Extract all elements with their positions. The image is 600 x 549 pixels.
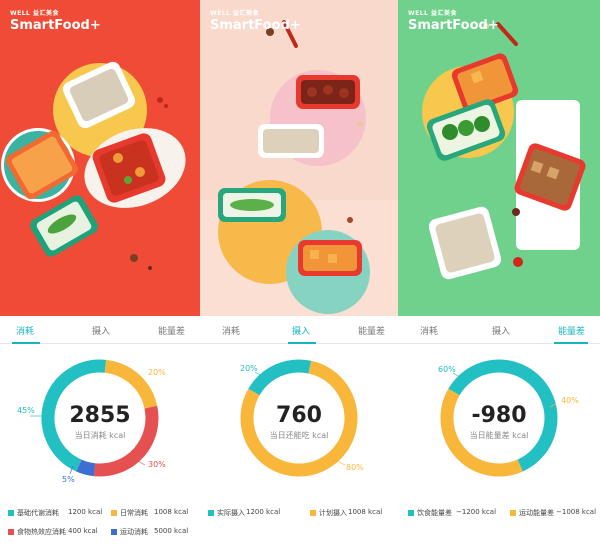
food-photo-peach: WELL 益汇美食 SmartFood+ bbox=[200, 0, 398, 316]
legend-swatch bbox=[408, 510, 414, 516]
legend-item: 饮食能量差 bbox=[408, 508, 452, 518]
screen-energy-gap: WELL 益汇美食 SmartFood+ 消耗 摄入 能量差 -980 当日能量… bbox=[398, 0, 600, 549]
brand-logo: WELL 益汇美食 SmartFood+ bbox=[210, 8, 301, 33]
brand-tagline: WELL 益汇美食 bbox=[10, 10, 59, 17]
percent-label: 40% bbox=[561, 396, 579, 405]
brand-tagline: WELL 益汇美食 bbox=[210, 10, 259, 17]
percent-label: 30% bbox=[148, 460, 166, 469]
legend-item: 运动消耗 bbox=[111, 527, 148, 537]
percent-label: 5% bbox=[62, 475, 75, 484]
brand-logo: WELL 益汇美食 SmartFood+ bbox=[408, 8, 499, 33]
donut-segment bbox=[104, 359, 158, 409]
legend-label: 运动能量差 bbox=[519, 509, 554, 517]
donut-segment bbox=[76, 459, 96, 477]
center-value: 2855 bbox=[69, 403, 130, 428]
legend-label: 日常消耗 bbox=[120, 509, 148, 517]
tab-intake[interactable]: 摄入 bbox=[92, 324, 110, 337]
percent-label: 45% bbox=[17, 406, 35, 415]
tab-bar: 消耗 摄入 能量差 bbox=[0, 316, 200, 344]
brand-tagline: WELL 益汇美食 bbox=[408, 10, 457, 17]
tab-energy-gap[interactable]: 能量差 bbox=[158, 324, 185, 337]
legend-value: 400 kcal bbox=[68, 527, 98, 535]
tab-consumption[interactable]: 消耗 bbox=[420, 324, 438, 337]
legend-swatch bbox=[510, 510, 516, 516]
legend-swatch bbox=[8, 529, 14, 535]
legend-label: 计划摄入 bbox=[319, 509, 347, 517]
food-illustration bbox=[0, 0, 200, 316]
legend-value: −1200 kcal bbox=[456, 508, 497, 516]
percent-label: 60% bbox=[438, 365, 456, 374]
active-tab-indicator bbox=[12, 342, 40, 344]
brand-name: SmartFood+ bbox=[408, 18, 499, 33]
active-tab-indicator bbox=[288, 342, 316, 344]
food-illustration bbox=[200, 0, 398, 316]
donut-chart: 760 当日还能吃 kcal 20% 80% bbox=[240, 359, 364, 477]
legend-label: 实际摄入 bbox=[217, 509, 245, 517]
screen-consumption: WELL 益汇美食 SmartFood+ 消耗 摄入 能量差 2855 当日消耗… bbox=[0, 0, 200, 549]
legend-label: 基础代谢消耗 bbox=[17, 509, 59, 517]
legend-item: 日常消耗 bbox=[111, 508, 148, 518]
legend-label: 饮食能量差 bbox=[417, 509, 452, 517]
legend-swatch bbox=[111, 529, 117, 535]
legend-label: 食物热效应消耗 bbox=[17, 528, 66, 536]
legend-item: 食物热效应消耗 bbox=[8, 527, 66, 537]
active-tab-indicator bbox=[554, 342, 588, 344]
food-photo-green: WELL 益汇美食 SmartFood+ bbox=[398, 0, 600, 316]
screen-intake: WELL 益汇美食 SmartFood+ 消耗 摄入 能量差 760 当日还能吃… bbox=[200, 0, 398, 549]
percent-label: 20% bbox=[240, 364, 258, 373]
legend-swatch bbox=[310, 510, 316, 516]
legend-label: 运动消耗 bbox=[120, 528, 148, 536]
percent-label: 20% bbox=[148, 368, 166, 377]
food-illustration bbox=[398, 0, 600, 316]
center-label: 当日还能吃 kcal bbox=[270, 430, 329, 440]
donut-segment bbox=[248, 359, 312, 396]
tab-energy-gap[interactable]: 能量差 bbox=[358, 324, 385, 337]
center-value: 760 bbox=[276, 403, 322, 428]
donut-chart: -980 当日能量差 kcal 60% 40% bbox=[438, 359, 579, 477]
legend-value: −1008 kcal bbox=[556, 508, 597, 516]
percent-label: 80% bbox=[346, 463, 364, 472]
legend-value: 1200 kcal bbox=[68, 508, 103, 516]
legend-item: 实际摄入 bbox=[208, 508, 245, 518]
center-label: 当日能量差 kcal bbox=[470, 430, 529, 440]
legend-item: 运动能量差 bbox=[510, 508, 554, 518]
tab-intake[interactable]: 摄入 bbox=[292, 324, 310, 337]
center-label: 当日消耗 kcal bbox=[75, 430, 126, 440]
brand-name: SmartFood+ bbox=[10, 18, 101, 33]
brand-name: SmartFood+ bbox=[210, 18, 301, 33]
tab-consumption[interactable]: 消耗 bbox=[16, 324, 34, 337]
tab-bar: 消耗 摄入 能量差 bbox=[398, 316, 600, 344]
legend-item: 计划摄入 bbox=[310, 508, 347, 518]
food-photo-red: WELL 益汇美食 SmartFood+ bbox=[0, 0, 200, 316]
tab-bar: 消耗 摄入 能量差 bbox=[200, 316, 398, 344]
legend-swatch bbox=[111, 510, 117, 516]
tab-intake[interactable]: 摄入 bbox=[492, 324, 510, 337]
legend-value: 5000 kcal bbox=[154, 527, 189, 535]
center-value: -980 bbox=[471, 403, 526, 428]
tab-consumption[interactable]: 消耗 bbox=[222, 324, 240, 337]
legend-item: 基础代谢消耗 bbox=[8, 508, 59, 518]
brand-logo: WELL 益汇美食 SmartFood+ bbox=[10, 8, 101, 33]
tab-energy-gap[interactable]: 能量差 bbox=[558, 324, 585, 337]
donut-chart: 2855 当日消耗 kcal 45% 20% 30% 5% bbox=[17, 359, 166, 484]
legend-value: 1200 kcal bbox=[246, 508, 281, 516]
legend-swatch bbox=[208, 510, 214, 516]
legend-value: 1008 kcal bbox=[348, 508, 383, 516]
legend-swatch bbox=[8, 510, 14, 516]
legend-value: 1008 kcal bbox=[154, 508, 189, 516]
